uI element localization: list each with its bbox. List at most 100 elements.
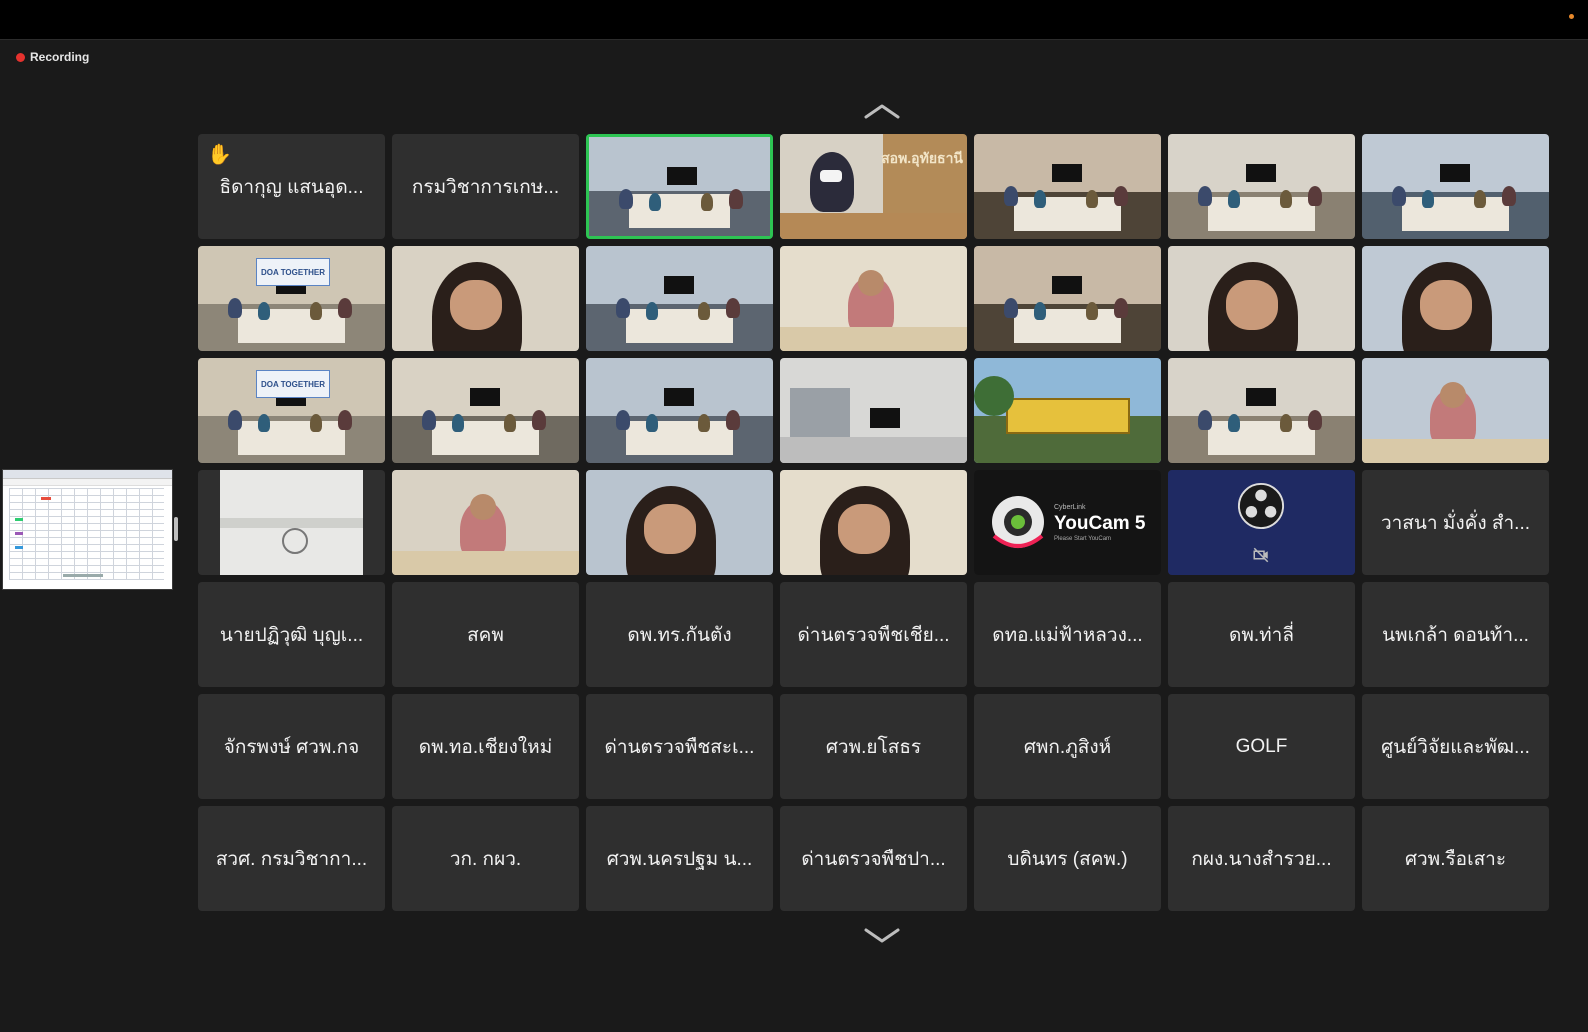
participant-name-tile[interactable]: ด่านตรวจพืชเชีย... xyxy=(780,582,967,687)
youcam-title: YouCam 5 xyxy=(1054,513,1146,534)
participant-video xyxy=(780,470,967,575)
participant-name-tile[interactable]: ดทอ.แม่ฟ้าหลวง... xyxy=(974,582,1161,687)
participant-video-tile[interactable]: สอพ.อุทัยธานี xyxy=(780,134,967,239)
participant-video-tile[interactable] xyxy=(586,246,773,351)
participant-video: DOA TOGETHER xyxy=(198,246,385,351)
participant-name-tile[interactable]: สวศ. กรมวิชากา... xyxy=(198,806,385,911)
participant-name: ดทอ.แม่ฟ้าหลวง... xyxy=(992,624,1143,646)
participant-name: สคพ xyxy=(467,624,504,646)
participant-video-tile[interactable] xyxy=(1362,134,1549,239)
chevron-up-icon xyxy=(864,104,900,119)
participant-video xyxy=(780,246,967,351)
participant-video: DOA TOGETHER xyxy=(198,358,385,463)
recording-indicator[interactable]: Recording xyxy=(16,50,89,64)
participant-video-tile[interactable] xyxy=(1168,134,1355,239)
status-dot xyxy=(1569,14,1574,19)
chevron-down-icon xyxy=(864,928,900,943)
panel-resize-handle[interactable] xyxy=(174,517,178,541)
participant-name: สวศ. กรมวิชากา... xyxy=(215,848,368,870)
participant-name-tile[interactable]: วาสนา มั่งคั่ง สำ... xyxy=(1362,470,1549,575)
participant-video-tile[interactable] xyxy=(1168,470,1355,575)
participant-name: ด่านตรวจพืชเชีย... xyxy=(797,624,950,646)
participant-name-tile[interactable]: วก. กผว. xyxy=(392,806,579,911)
participant-name: ดพ.ทร.กันตัง xyxy=(627,624,732,646)
participant-name: วาสนา มั่งคั่ง สำ... xyxy=(1380,512,1531,534)
participant-name: กรมวิชาการเกษ... xyxy=(411,176,560,198)
participant-name-tile[interactable]: ดพ.ท่าลี่ xyxy=(1168,582,1355,687)
participant-name: นพเกล้า ดอนท้า... xyxy=(1382,624,1529,646)
participant-name-tile[interactable]: ธิดากุญ แสนอุด... ✋ xyxy=(198,134,385,239)
youcam-brand: CyberLink xyxy=(1054,504,1086,511)
participant-video xyxy=(392,246,579,351)
participant-video-tile[interactable]: CyberLink YouCam 5 Please Start YouCam xyxy=(974,470,1161,575)
participant-name-tile[interactable]: นายปฏิวุฒิ บุญเ... xyxy=(198,582,385,687)
participant-name-tile[interactable]: ด่านตรวจพืชสะเ... xyxy=(586,694,773,799)
participant-name-tile[interactable]: กผง.นางสำรวย... xyxy=(1168,806,1355,911)
participant-name-tile[interactable]: ศวพ.รือเสาะ xyxy=(1362,806,1549,911)
participant-name-tile[interactable]: จักรพงษ์ ศวพ.กจ xyxy=(198,694,385,799)
participant-name-tile[interactable]: ศวพ.นครปฐม น... xyxy=(586,806,773,911)
participant-name: ธิดากุญ แสนอุด... xyxy=(219,176,364,198)
recording-label: Recording xyxy=(30,50,90,64)
participant-video-tile[interactable] xyxy=(392,246,579,351)
participant-name-tile[interactable]: ด่านตรวจพืชปา... xyxy=(780,806,967,911)
participant-video-tile[interactable] xyxy=(780,358,967,463)
participant-video xyxy=(198,470,385,575)
participant-name: กผง.นางสำรวย... xyxy=(1191,848,1332,870)
participant-video-tile[interactable] xyxy=(780,470,967,575)
page-down-button[interactable] xyxy=(862,925,902,947)
participant-video-tile[interactable] xyxy=(780,246,967,351)
participant-video: CyberLink YouCam 5 Please Start YouCam xyxy=(974,470,1161,575)
participant-video xyxy=(392,470,579,575)
participant-video-tile[interactable]: DOA TOGETHER xyxy=(198,246,385,351)
participant-video-tile[interactable] xyxy=(392,470,579,575)
participant-video xyxy=(1168,134,1355,239)
participant-video-tile[interactable] xyxy=(586,134,773,239)
participant-video xyxy=(974,358,1161,463)
participant-name: นายปฏิวุฒิ บุญเ... xyxy=(219,624,364,646)
participant-video xyxy=(1362,246,1549,351)
participant-video xyxy=(1168,358,1355,463)
youcam-subtitle: Please Start YouCam xyxy=(1054,536,1112,542)
participant-name-tile[interactable]: ศพก.ภูสิงห์ xyxy=(974,694,1161,799)
participant-video xyxy=(974,134,1161,239)
participant-gallery: ธิดากุญ แสนอุด... ✋ กรมวิชาการเกษ... สอพ.อุ… xyxy=(198,134,1549,911)
participant-name-tile[interactable]: สคพ xyxy=(392,582,579,687)
participant-video xyxy=(586,246,773,351)
participant-video-tile[interactable] xyxy=(392,358,579,463)
participant-video-tile[interactable] xyxy=(974,358,1161,463)
participant-video-tile[interactable] xyxy=(1168,246,1355,351)
room-banner: DOA TOGETHER xyxy=(256,370,330,398)
participant-video xyxy=(589,137,770,236)
participant-name: ดพ.ทอ.เชียงใหม่ xyxy=(418,736,553,758)
participant-name-tile[interactable]: ดพ.ทร.กันตัง xyxy=(586,582,773,687)
participant-video-tile[interactable] xyxy=(1362,358,1549,463)
participant-name: ศวพ.นครปฐม น... xyxy=(606,848,753,870)
participant-name-tile[interactable]: นพเกล้า ดอนท้า... xyxy=(1362,582,1549,687)
participant-video-tile[interactable] xyxy=(586,358,773,463)
participant-video xyxy=(392,358,579,463)
participant-name: GOLF xyxy=(1235,735,1288,757)
participant-video-tile[interactable] xyxy=(1168,358,1355,463)
participant-video-tile[interactable] xyxy=(198,470,385,575)
screen-share-thumbnail[interactable] xyxy=(2,469,173,590)
participant-video-tile[interactable] xyxy=(974,134,1161,239)
participant-name-tile[interactable]: ดพ.ทอ.เชียงใหม่ xyxy=(392,694,579,799)
participant-video: สอพ.อุทัยธานี xyxy=(780,134,967,239)
participant-video-tile[interactable] xyxy=(1362,246,1549,351)
participant-name: ศพก.ภูสิงห์ xyxy=(1023,736,1112,758)
participant-name: ศวพ.รือเสาะ xyxy=(1404,848,1507,870)
participant-name-tile[interactable]: กรมวิชาการเกษ... xyxy=(392,134,579,239)
participant-name-tile[interactable]: ศวพ.ยโสธร xyxy=(780,694,967,799)
participant-name-tile[interactable]: GOLF xyxy=(1168,694,1355,799)
participant-video xyxy=(586,358,773,463)
participant-name: วก. กผว. xyxy=(449,848,522,870)
participant-video-tile[interactable] xyxy=(586,470,773,575)
participant-name-tile[interactable]: ศูนย์วิจัยและพัฒ... xyxy=(1362,694,1549,799)
participant-video xyxy=(1168,246,1355,351)
page-up-button[interactable] xyxy=(862,100,902,122)
participant-video-tile[interactable]: DOA TOGETHER xyxy=(198,358,385,463)
participant-video-tile[interactable] xyxy=(974,246,1161,351)
participant-name: ศูนย์วิจัยและพัฒ... xyxy=(1381,736,1530,758)
participant-name-tile[interactable]: บดินทร (สคพ.) xyxy=(974,806,1161,911)
